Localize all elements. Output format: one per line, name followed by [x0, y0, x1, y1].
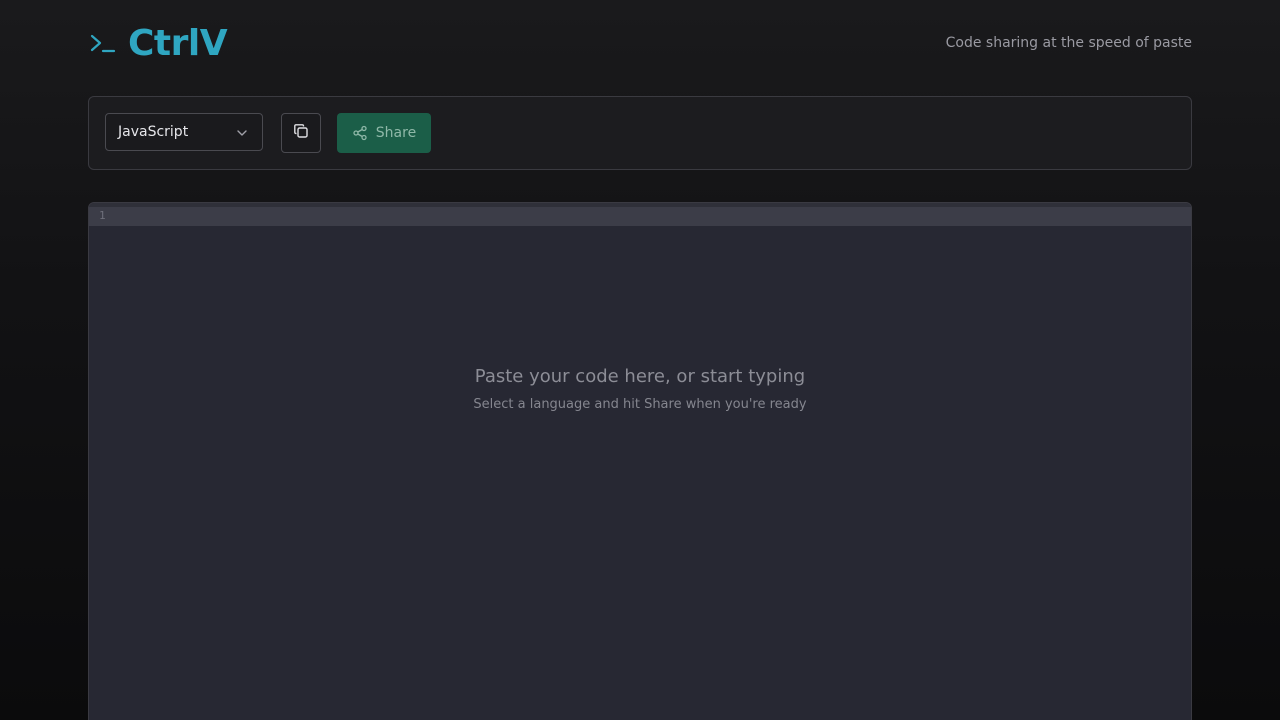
header: CtrlV Code sharing at the speed of paste — [88, 22, 1192, 66]
code-editor[interactable]: 1 Paste your code here, or start typing … — [88, 202, 1192, 720]
share-button-label: Share — [375, 125, 417, 141]
copy-icon — [293, 123, 309, 143]
app-name: CtrlV — [128, 23, 228, 64]
placeholder-subtitle: Select a language and hit Share when you… — [473, 397, 807, 412]
share-icon — [352, 125, 368, 141]
logo[interactable]: CtrlV — [88, 22, 228, 66]
placeholder-title: Paste your code here, or start typing — [474, 366, 806, 387]
language-select[interactable]: JavaScript — [105, 113, 263, 151]
copy-button[interactable] — [281, 113, 321, 153]
chevron-down-icon — [236, 127, 248, 139]
editor-placeholder: Paste your code here, or start typing Se… — [89, 366, 1191, 412]
language-select-value: JavaScript — [118, 124, 189, 140]
share-button[interactable]: Share — [337, 113, 431, 153]
active-line[interactable]: 1 — [89, 207, 1191, 226]
tagline: Code sharing at the speed of paste — [945, 35, 1192, 51]
toolbar: JavaScript Share — [88, 96, 1192, 170]
line-number: 1 — [99, 209, 106, 222]
terminal-prompt-icon — [88, 29, 118, 59]
